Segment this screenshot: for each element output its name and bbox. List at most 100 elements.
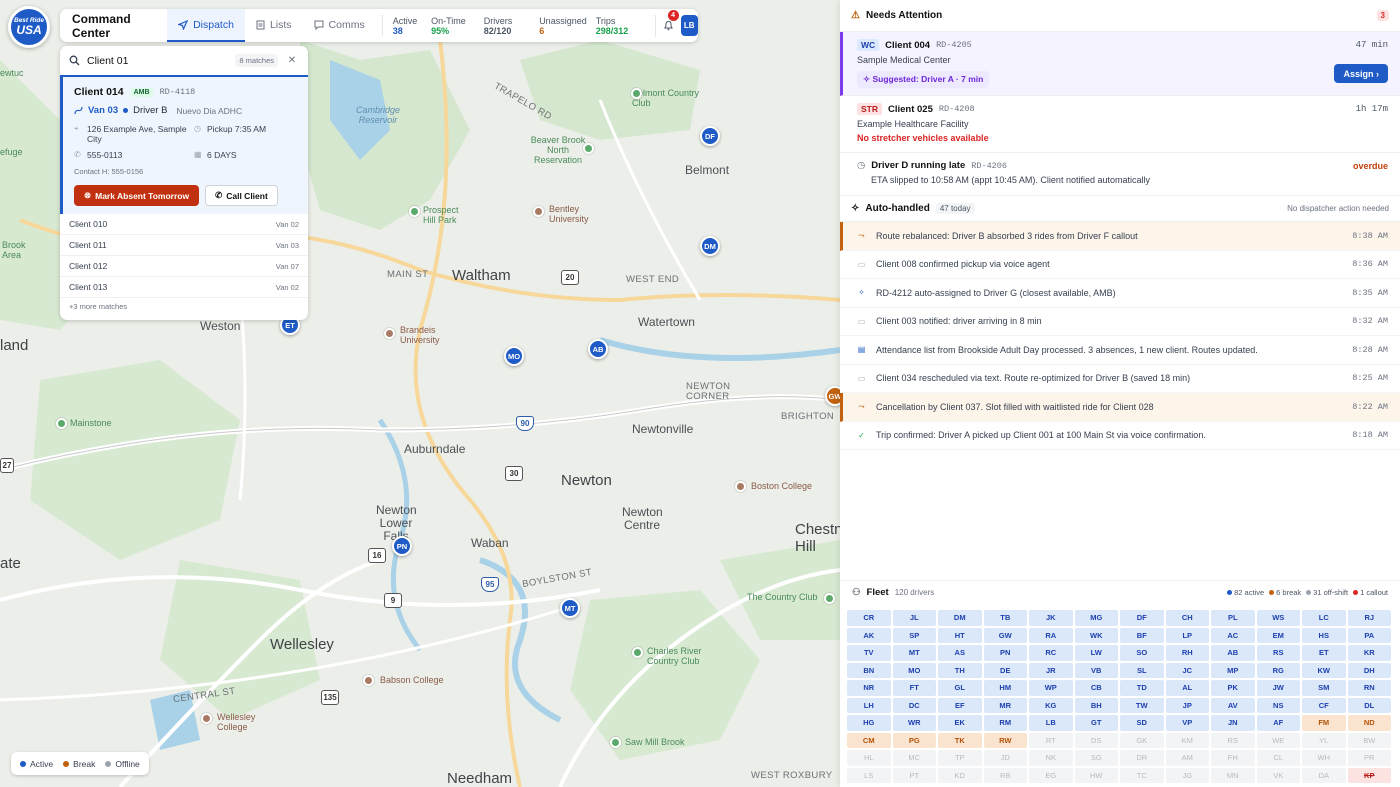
fleet-driver-cell[interactable]: JW xyxy=(1256,680,1300,696)
fleet-driver-cell[interactable]: DM xyxy=(938,610,982,626)
attention-item[interactable]: STR Client 025 RD-4208 1h 17m Example He… xyxy=(840,96,1400,153)
search-result-row[interactable]: Client 011 Van 03 xyxy=(60,235,308,256)
fleet-driver-cell[interactable]: EK xyxy=(938,715,982,731)
event-row[interactable]: ▭ Client 008 confirmed pickup via voice a… xyxy=(840,251,1400,279)
vehicle-marker-df[interactable]: DF xyxy=(700,126,720,146)
attention-item[interactable]: WC Client 004 RD-4205 47 min Sample Medi… xyxy=(840,32,1400,96)
fleet-driver-cell[interactable]: VK xyxy=(1256,767,1300,783)
fleet-driver-cell[interactable]: LW xyxy=(1074,645,1118,661)
fleet-driver-cell[interactable]: GW xyxy=(983,627,1027,643)
event-row[interactable]: ▤ Attendance list from Brookside Adult Da… xyxy=(840,336,1400,365)
fleet-driver-cell[interactable]: MT xyxy=(892,645,936,661)
fleet-driver-cell[interactable]: AM xyxy=(1165,750,1209,766)
fleet-driver-cell[interactable]: KW xyxy=(1302,662,1346,678)
fleet-driver-cell[interactable]: TW xyxy=(1120,697,1164,713)
fleet-driver-cell[interactable]: WP xyxy=(1029,680,1073,696)
fleet-driver-cell[interactable]: PN xyxy=(983,645,1027,661)
fleet-driver-cell[interactable]: PK xyxy=(1211,680,1255,696)
event-row[interactable]: ⤳ Cancellation by Client 037. Slot filled… xyxy=(840,393,1400,422)
fleet-driver-cell[interactable]: DC xyxy=(892,697,936,713)
selected-client-card[interactable]: Client 014 AMB RD-4118 Van 03 Driver B N… xyxy=(60,77,308,214)
fleet-driver-cell[interactable]: DL xyxy=(1347,697,1391,713)
call-client-button[interactable]: ✆ Call Client xyxy=(205,185,278,206)
fleet-driver-cell[interactable]: CM xyxy=(847,732,891,748)
fleet-driver-cell[interactable]: AS xyxy=(938,645,982,661)
vehicle-marker-gw[interactable]: GW xyxy=(825,386,840,406)
fleet-driver-cell[interactable]: WS xyxy=(1256,610,1300,626)
fleet-driver-cell[interactable]: SL xyxy=(1120,662,1164,678)
assign-button[interactable]: Assign › xyxy=(1334,64,1388,83)
vehicle-marker-mt[interactable]: MT xyxy=(560,598,580,618)
fleet-driver-cell[interactable]: TH xyxy=(938,662,982,678)
fleet-driver-cell[interactable]: KD xyxy=(938,767,982,783)
fleet-driver-cell[interactable]: MN xyxy=(1211,767,1255,783)
fleet-driver-cell[interactable]: MG xyxy=(1074,610,1118,626)
fleet-driver-cell[interactable]: BW xyxy=(1347,732,1391,748)
fleet-driver-cell[interactable]: CB xyxy=(1074,680,1118,696)
fleet-driver-cell[interactable]: WR xyxy=(892,715,936,731)
fleet-driver-cell[interactable]: SP xyxy=(892,627,936,643)
fleet-driver-cell[interactable]: JK xyxy=(1029,610,1073,626)
fleet-driver-cell[interactable]: GK xyxy=(1120,732,1164,748)
fleet-driver-cell[interactable]: RT xyxy=(1029,732,1073,748)
assigned-van[interactable]: Van 03 xyxy=(88,105,118,116)
search-result-row[interactable]: Client 013 Van 02 xyxy=(60,277,308,298)
fleet-driver-cell[interactable]: AB xyxy=(1211,645,1255,661)
fleet-driver-cell[interactable]: LH xyxy=(847,697,891,713)
fleet-driver-cell[interactable]: RN xyxy=(1347,680,1391,696)
fleet-driver-cell[interactable]: FH xyxy=(1211,750,1255,766)
suggestion-chip[interactable]: ✧ Suggested: Driver A · 7 min xyxy=(857,71,990,88)
fleet-driver-cell[interactable]: JD xyxy=(983,750,1027,766)
fleet-driver-cell[interactable]: DR xyxy=(1120,750,1164,766)
user-avatar[interactable]: LB xyxy=(680,15,698,36)
fleet-driver-cell[interactable]: PL xyxy=(1211,610,1255,626)
fleet-driver-cell[interactable]: JP xyxy=(1165,697,1209,713)
fleet-driver-cell[interactable]: PT xyxy=(892,767,936,783)
fleet-driver-cell[interactable]: WH xyxy=(1302,750,1346,766)
fleet-driver-cell[interactable]: RH xyxy=(1165,645,1209,661)
fleet-driver-cell[interactable]: VP xyxy=(1165,715,1209,731)
fleet-driver-cell[interactable]: JL xyxy=(892,610,936,626)
fleet-driver-cell[interactable]: LB xyxy=(1029,715,1073,731)
fleet-driver-cell[interactable]: AF xyxy=(1256,715,1300,731)
fleet-driver-cell[interactable]: ET xyxy=(1302,645,1346,661)
fleet-driver-cell[interactable]: DA xyxy=(1302,767,1346,783)
fleet-driver-cell[interactable]: NR xyxy=(847,680,891,696)
fleet-driver-cell[interactable]: RG xyxy=(1256,662,1300,678)
fleet-driver-cell[interactable]: AC xyxy=(1211,627,1255,643)
fleet-driver-cell[interactable]: KP xyxy=(1347,767,1391,783)
fleet-driver-cell[interactable]: ND xyxy=(1347,715,1391,731)
fleet-driver-cell[interactable]: MC xyxy=(892,750,936,766)
fleet-driver-cell[interactable]: LS xyxy=(847,767,891,783)
fleet-driver-cell[interactable]: HW xyxy=(1074,767,1118,783)
fleet-driver-cell[interactable]: GT xyxy=(1074,715,1118,731)
fleet-driver-cell[interactable]: MO xyxy=(892,662,936,678)
fleet-driver-cell[interactable]: DS xyxy=(1074,732,1118,748)
fleet-driver-cell[interactable]: JR xyxy=(1029,662,1073,678)
fleet-driver-cell[interactable]: SD xyxy=(1120,715,1164,731)
fleet-driver-cell[interactable]: HM xyxy=(983,680,1027,696)
fleet-driver-cell[interactable]: CL xyxy=(1256,750,1300,766)
fleet-driver-cell[interactable]: NK xyxy=(1029,750,1073,766)
vehicle-marker-ab[interactable]: AB xyxy=(588,339,608,359)
fleet-driver-cell[interactable]: DH xyxy=(1347,662,1391,678)
fleet-driver-cell[interactable]: LC xyxy=(1302,610,1346,626)
fleet-driver-cell[interactable]: AV xyxy=(1211,697,1255,713)
fleet-driver-cell[interactable]: FT xyxy=(892,680,936,696)
fleet-driver-cell[interactable]: WE xyxy=(1256,732,1300,748)
fleet-driver-cell[interactable]: RS xyxy=(1256,645,1300,661)
fleet-driver-cell[interactable]: JC xyxy=(1165,662,1209,678)
event-row[interactable]: ⤳ Route rebalanced: Driver B absorbed 3 r… xyxy=(840,222,1400,251)
clear-search-icon[interactable]: ✕ xyxy=(285,55,299,66)
fleet-driver-cell[interactable]: HG xyxy=(847,715,891,731)
notifications-button[interactable]: 4 xyxy=(655,9,679,37)
fleet-driver-cell[interactable]: MR xyxy=(983,697,1027,713)
event-row[interactable]: ✓ Trip confirmed: Driver A picked up Clie… xyxy=(840,422,1400,450)
fleet-driver-cell[interactable]: SG xyxy=(1074,750,1118,766)
tab-comms[interactable]: Comms xyxy=(303,9,376,42)
fleet-driver-cell[interactable]: JG xyxy=(1165,767,1209,783)
fleet-driver-cell[interactable]: NS xyxy=(1256,697,1300,713)
fleet-driver-cell[interactable]: EG xyxy=(1029,767,1073,783)
fleet-driver-cell[interactable]: TC xyxy=(1120,767,1164,783)
fleet-driver-cell[interactable]: PG xyxy=(892,732,936,748)
